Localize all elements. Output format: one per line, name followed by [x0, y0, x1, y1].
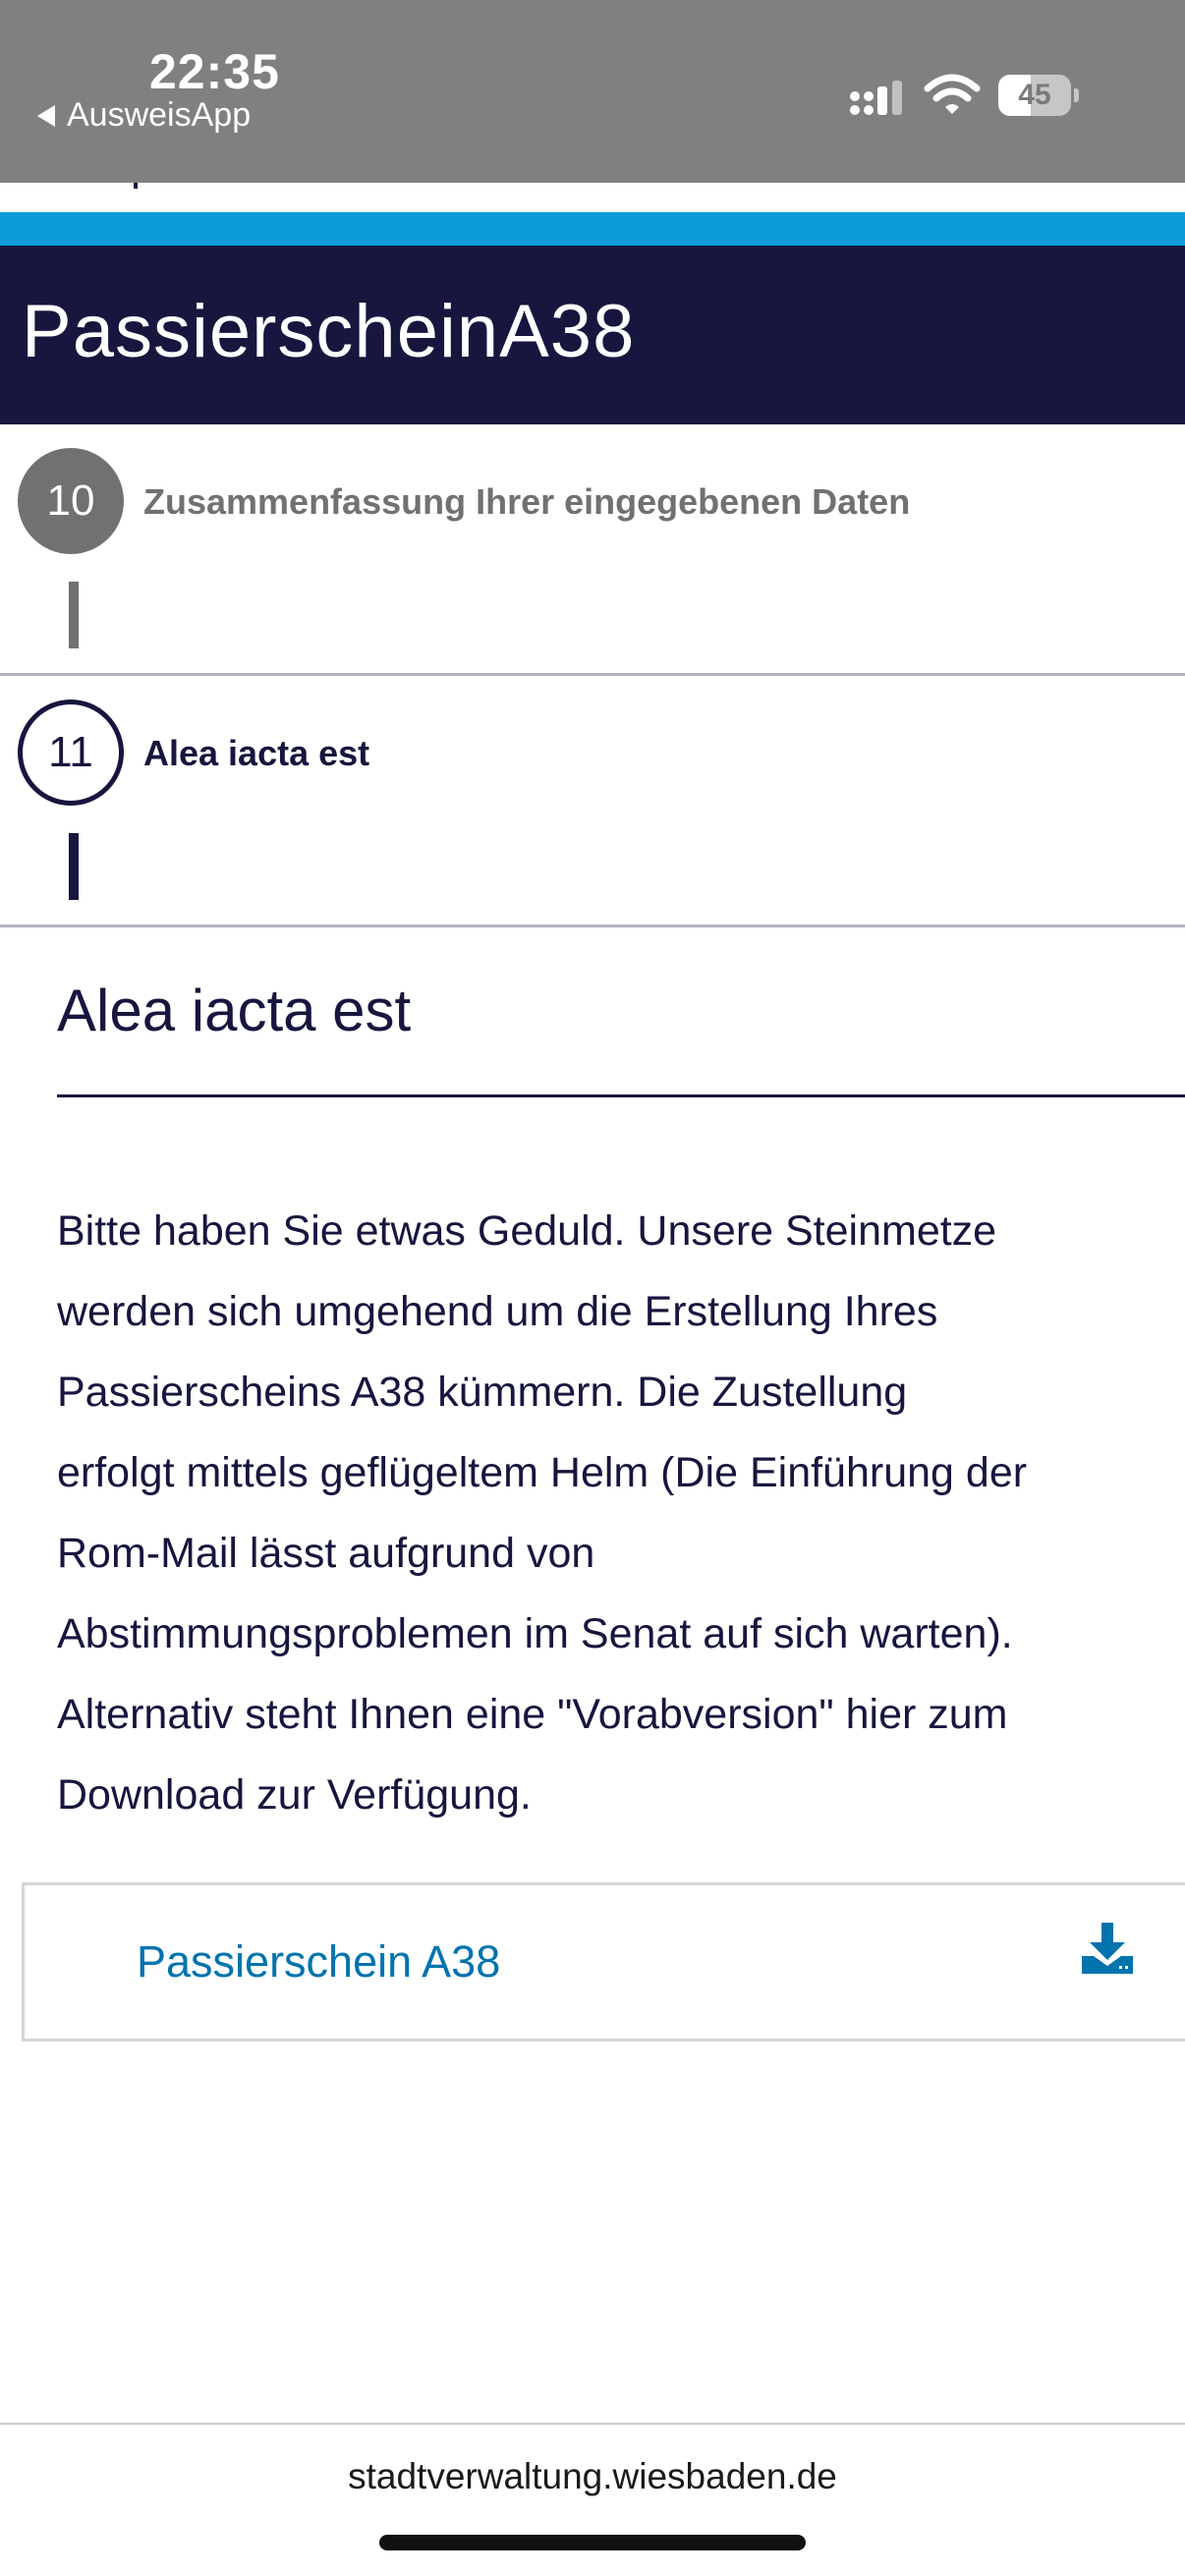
cellular-signal-icon [850, 81, 902, 115]
back-arrow-icon [37, 104, 55, 127]
step-number-badge: 10 [18, 448, 124, 554]
paragraph-line: werden sich umgehend um die Erstellung I… [57, 1288, 938, 1335]
header-top-strip [0, 183, 1185, 212]
step-10[interactable]: 10 Zusammenfassung Ihrer eingegebenen Da… [0, 424, 1185, 676]
paragraph-line: erfolgt mittels geflügeltem Helm (Die Ei… [57, 1449, 1028, 1496]
download-icon[interactable] [1082, 1923, 1133, 1976]
battery-level-text: 45 [1018, 79, 1051, 111]
step-number-badge: 11 [18, 700, 124, 806]
wifi-icon [924, 74, 981, 114]
status-time: 22:35 [149, 44, 280, 99]
paragraph-line: Alternativ steht Ihnen eine "Vorabversio… [57, 1691, 1008, 1738]
browser-url-label[interactable]: stadtverwaltung.wiesbaden.de [0, 2456, 1185, 2497]
paragraph-line: Rom-Mail lässt aufgrund von [57, 1530, 595, 1577]
section-title: Alea iacta est [57, 978, 412, 1043]
cut-off-text-mark [134, 183, 138, 189]
divider [0, 924, 1185, 927]
footer-divider [0, 2423, 1185, 2425]
accent-bar [0, 212, 1185, 246]
back-to-app-button[interactable]: AusweisApp [37, 96, 251, 135]
paragraph-line: Bitte haben Sie etwas Geduld. Unsere Ste… [57, 1207, 997, 1255]
download-link-label[interactable]: Passierschein A38 [137, 1936, 500, 1988]
paragraph-line: Download zur Verfügung. [57, 1771, 532, 1819]
battery-body: 45 [998, 75, 1071, 116]
paragraph-line: Passierscheins A38 kümmern. Die Zustellu… [57, 1369, 908, 1416]
paragraph-line: Abstimmungsproblemen im Senat auf sich w… [57, 1610, 1013, 1657]
page-title: PassierscheinA38 [22, 290, 636, 373]
step-label: Alea iacta est [143, 733, 370, 773]
info-paragraph: Bitte haben Sie etwas Geduld. Unsere Ste… [57, 1191, 1185, 1835]
home-indicator[interactable] [379, 2535, 806, 2550]
page-header: PassierscheinA38 [0, 246, 1185, 424]
step-connector [69, 833, 79, 900]
title-underline [57, 1094, 1185, 1097]
status-bar: 22:35 AusweisApp 45 [0, 0, 1185, 183]
step-connector [69, 582, 79, 648]
battery-indicator: 45 [998, 75, 1079, 116]
download-passierschein-button[interactable]: Passierschein A38 [22, 1882, 1185, 2042]
back-app-label: AusweisApp [67, 96, 252, 134]
step-label: Zusammenfassung Ihrer eingegebenen Daten [143, 481, 911, 522]
battery-nub [1074, 88, 1079, 102]
step-11[interactable]: 11 Alea iacta est [0, 676, 1185, 927]
